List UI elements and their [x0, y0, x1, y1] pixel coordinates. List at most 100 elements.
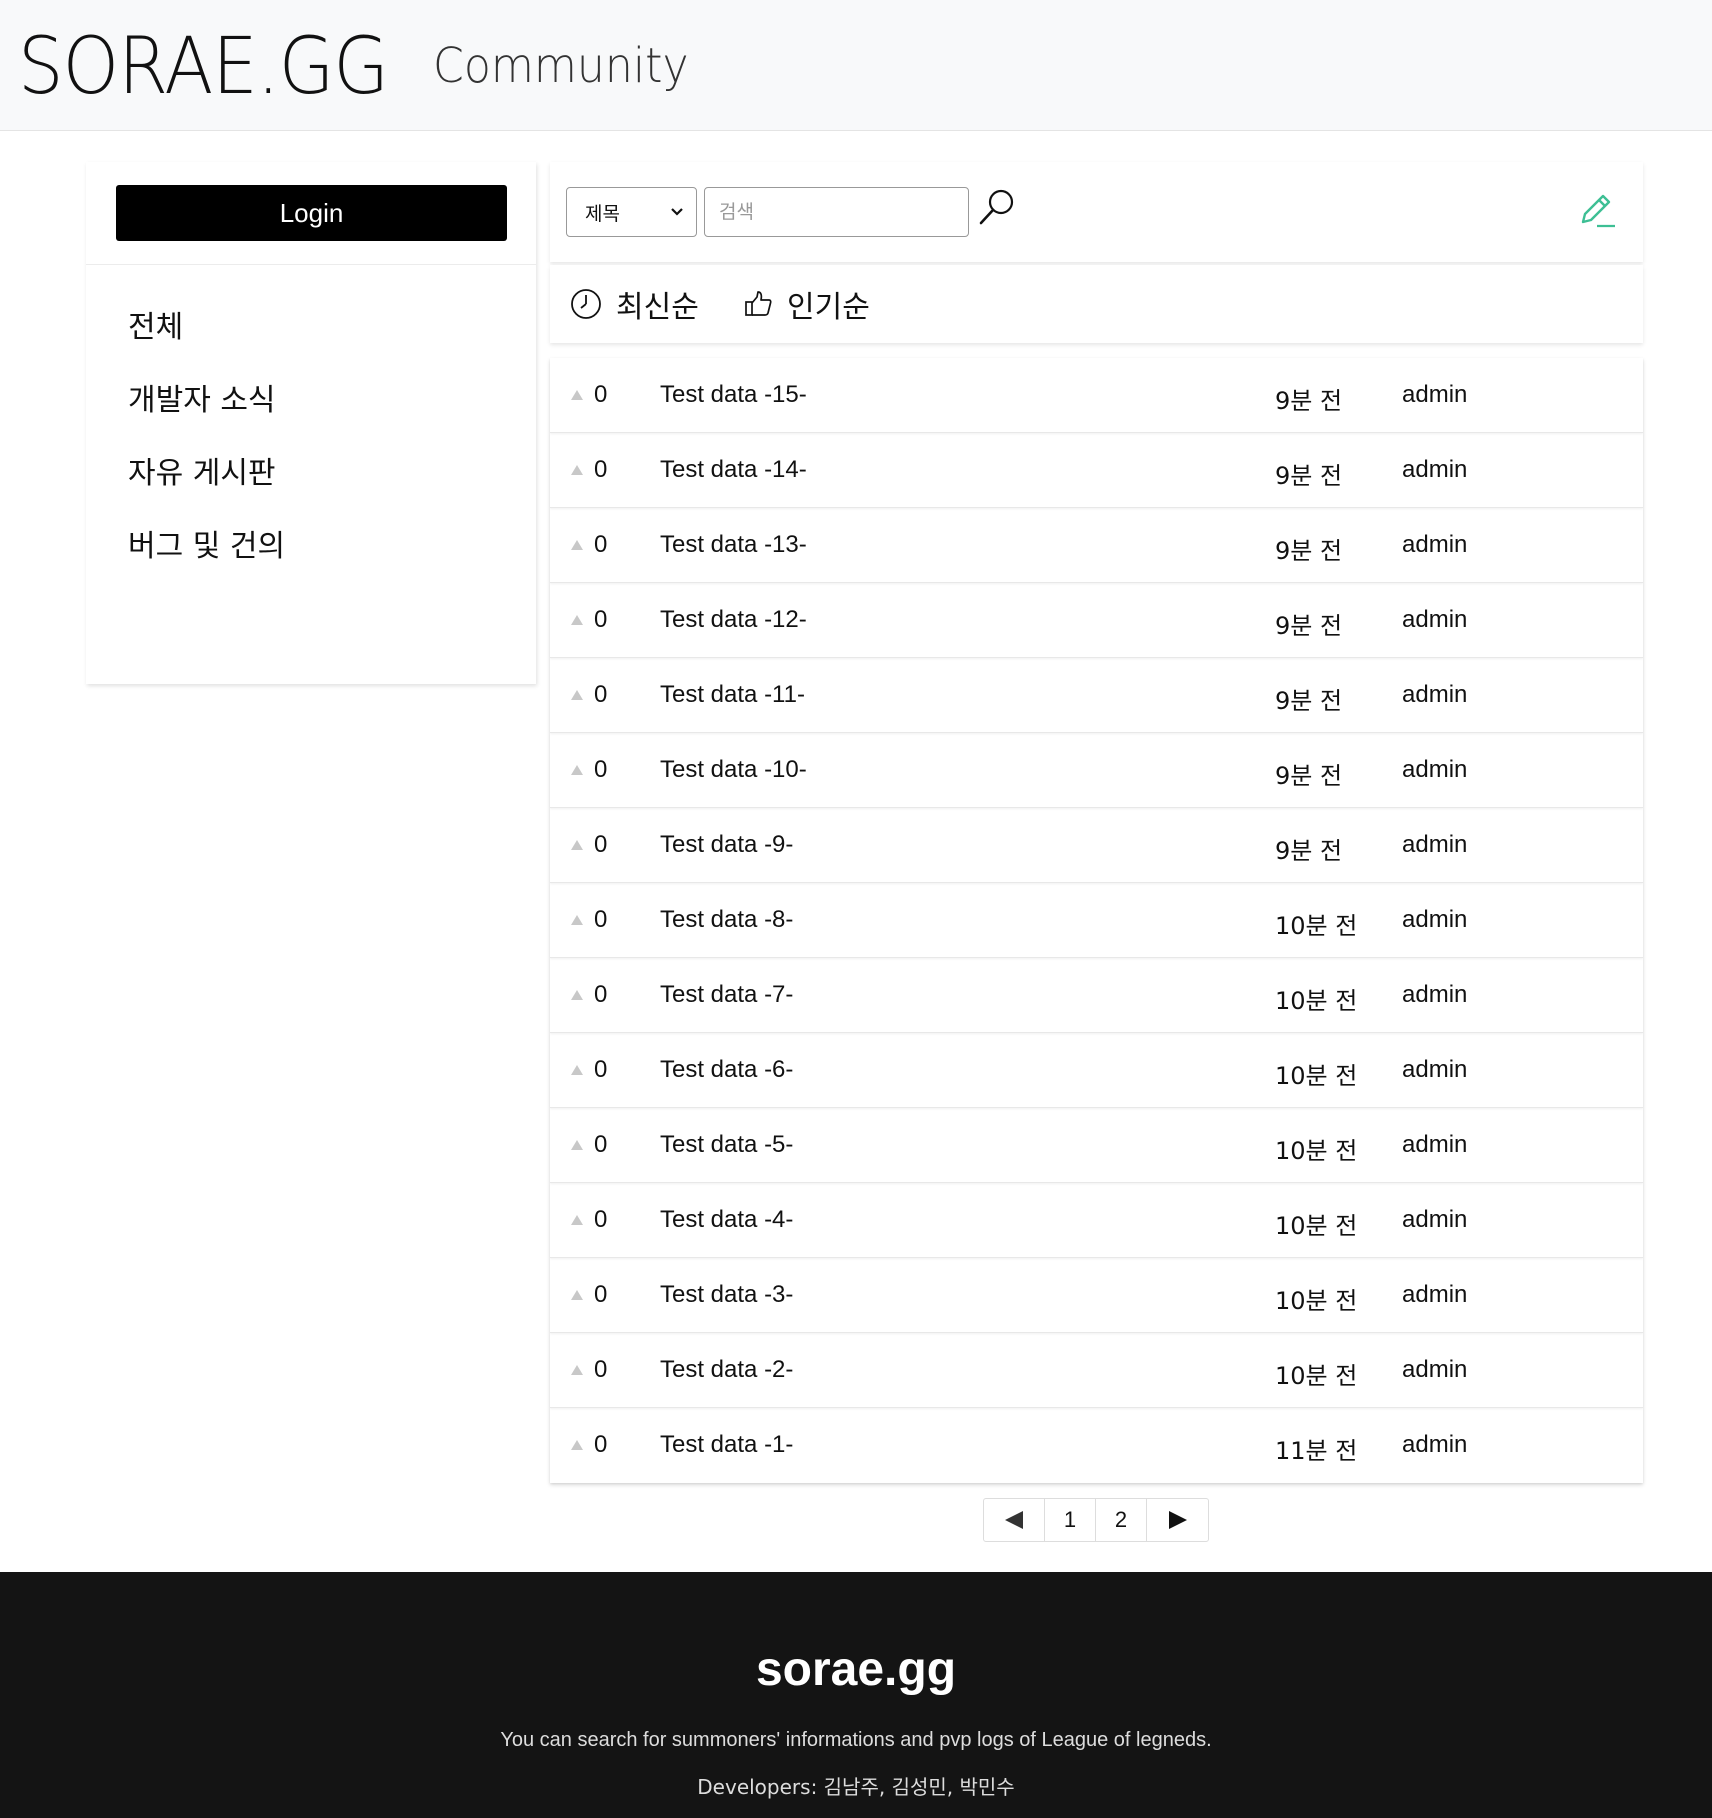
post-row[interactable]: 0 Test data -3- 10분 전 admin: [550, 1258, 1643, 1333]
post-votes: 0: [594, 1431, 608, 1458]
post-row[interactable]: 0 Test data -4- 10분 전 admin: [550, 1183, 1643, 1258]
post-time: 10분 전: [1275, 1062, 1358, 1090]
post-author: admin: [1402, 381, 1468, 408]
upvote-icon[interactable]: [570, 464, 584, 476]
post-author: admin: [1402, 531, 1468, 558]
post-title[interactable]: Test data -10-: [660, 756, 807, 784]
sort-popular-button[interactable]: 인기순: [743, 283, 870, 325]
upvote-icon[interactable]: [570, 689, 584, 701]
upvote-icon[interactable]: [570, 614, 584, 626]
upvote-icon[interactable]: [570, 1364, 584, 1376]
post-author: admin: [1402, 1431, 1468, 1458]
post-author: admin: [1402, 1356, 1468, 1383]
post-title[interactable]: Test data -2-: [660, 1356, 793, 1384]
prev-page-button[interactable]: [984, 1499, 1045, 1541]
upvote-icon[interactable]: [570, 1214, 584, 1226]
site-logo[interactable]: SORAE.GG: [18, 22, 389, 112]
footer-title: sorae.gg: [755, 1643, 957, 1696]
post-row[interactable]: 0 Test data -13- 9분 전 admin: [550, 508, 1643, 583]
login-button[interactable]: Login: [116, 185, 507, 241]
post-time: 9분 전: [1275, 687, 1343, 715]
sidebar-item-free-board[interactable]: 자유 게시판: [128, 448, 285, 521]
search-panel: 제목: [550, 162, 1643, 262]
pagination: 1 2: [983, 1498, 1209, 1542]
sidebar-item-bugs[interactable]: 버그 및 건의: [128, 521, 285, 594]
upvote-icon[interactable]: [570, 1289, 584, 1301]
post-row[interactable]: 0 Test data -14- 9분 전 admin: [550, 433, 1643, 508]
upvote-icon[interactable]: [570, 839, 584, 851]
chevron-down-icon: [671, 208, 683, 216]
post-time: 10분 전: [1275, 912, 1358, 940]
post-title[interactable]: Test data -3-: [660, 1281, 793, 1309]
post-row[interactable]: 0 Test data -9- 9분 전 admin: [550, 808, 1643, 883]
sort-latest-label: 최신순: [616, 290, 699, 325]
post-title[interactable]: Test data -12-: [660, 606, 807, 634]
upvote-icon[interactable]: [570, 1439, 584, 1451]
post-author: admin: [1402, 681, 1468, 708]
post-row[interactable]: 0 Test data -10- 9분 전 admin: [550, 733, 1643, 808]
post-row[interactable]: 0 Test data -5- 10분 전 admin: [550, 1108, 1643, 1183]
upvote-icon[interactable]: [570, 914, 584, 926]
post-title[interactable]: Test data -7-: [660, 981, 793, 1009]
post-title[interactable]: Test data -1-: [660, 1431, 793, 1459]
post-time: 9분 전: [1275, 462, 1343, 490]
post-votes: 0: [594, 531, 608, 558]
post-row[interactable]: 0 Test data -12- 9분 전 admin: [550, 583, 1643, 658]
post-row[interactable]: 0 Test data -8- 10분 전 admin: [550, 883, 1643, 958]
sort-latest-button[interactable]: 최신순: [570, 283, 699, 325]
post-votes: 0: [594, 681, 608, 708]
upvote-icon[interactable]: [570, 1139, 584, 1151]
upvote-icon[interactable]: [570, 1064, 584, 1076]
board-nav: 전체 개발자 소식 자유 게시판 버그 및 건의: [128, 302, 285, 594]
post-time: 9분 전: [1275, 537, 1343, 565]
post-votes: 0: [594, 381, 608, 408]
upvote-icon[interactable]: [570, 989, 584, 1001]
post-row[interactable]: 0 Test data -1- 11분 전 admin: [550, 1408, 1643, 1483]
post-title[interactable]: Test data -4-: [660, 1206, 793, 1234]
search-icon[interactable]: [976, 186, 1018, 228]
page-2-button[interactable]: 2: [1096, 1499, 1147, 1541]
search-field-selected: 제목: [585, 202, 620, 225]
search-field-select[interactable]: 제목: [566, 187, 697, 237]
post-time: 10분 전: [1275, 1287, 1358, 1315]
page-1-button[interactable]: 1: [1045, 1499, 1096, 1541]
upvote-icon[interactable]: [570, 539, 584, 551]
post-row[interactable]: 0 Test data -2- 10분 전 admin: [550, 1333, 1643, 1408]
post-title[interactable]: Test data -8-: [660, 906, 793, 934]
post-author: admin: [1402, 606, 1468, 633]
post-row[interactable]: 0 Test data -15- 9분 전 admin: [550, 358, 1643, 433]
upvote-icon[interactable]: [570, 389, 584, 401]
post-title[interactable]: Test data -5-: [660, 1131, 793, 1159]
post-title[interactable]: Test data -15-: [660, 381, 807, 409]
sidebar-item-dev-news[interactable]: 개발자 소식: [128, 375, 285, 448]
post-author: admin: [1402, 1206, 1468, 1233]
post-author: admin: [1402, 456, 1468, 483]
section-title[interactable]: Community: [433, 38, 689, 94]
post-author: admin: [1402, 831, 1468, 858]
search-input[interactable]: [704, 187, 969, 237]
triangle-left-icon: [1005, 1511, 1023, 1529]
site-header: SORAE.GG Community: [0, 0, 1712, 131]
upvote-icon[interactable]: [570, 764, 584, 776]
post-votes: 0: [594, 1356, 608, 1383]
post-time: 11분 전: [1275, 1437, 1358, 1465]
post-title[interactable]: Test data -14-: [660, 456, 807, 484]
next-page-button[interactable]: [1147, 1499, 1208, 1541]
post-row[interactable]: 0 Test data -6- 10분 전 admin: [550, 1033, 1643, 1108]
post-row[interactable]: 0 Test data -11- 9분 전 admin: [550, 658, 1643, 733]
post-votes: 0: [594, 1206, 608, 1233]
post-votes: 0: [594, 606, 608, 633]
post-title[interactable]: Test data -11-: [660, 681, 805, 709]
post-time: 9분 전: [1275, 387, 1343, 415]
post-author: admin: [1402, 906, 1468, 933]
post-time: 10분 전: [1275, 1362, 1358, 1390]
write-post-icon[interactable]: [1575, 188, 1617, 230]
post-votes: 0: [594, 756, 608, 783]
post-title[interactable]: Test data -6-: [660, 1056, 793, 1084]
post-row[interactable]: 0 Test data -7- 10분 전 admin: [550, 958, 1643, 1033]
post-votes: 0: [594, 1281, 608, 1308]
post-title[interactable]: Test data -9-: [660, 831, 793, 859]
sidebar-item-all[interactable]: 전체: [128, 302, 285, 375]
sidebar: Login 전체 개발자 소식 자유 게시판 버그 및 건의: [86, 162, 536, 684]
post-title[interactable]: Test data -13-: [660, 531, 807, 559]
